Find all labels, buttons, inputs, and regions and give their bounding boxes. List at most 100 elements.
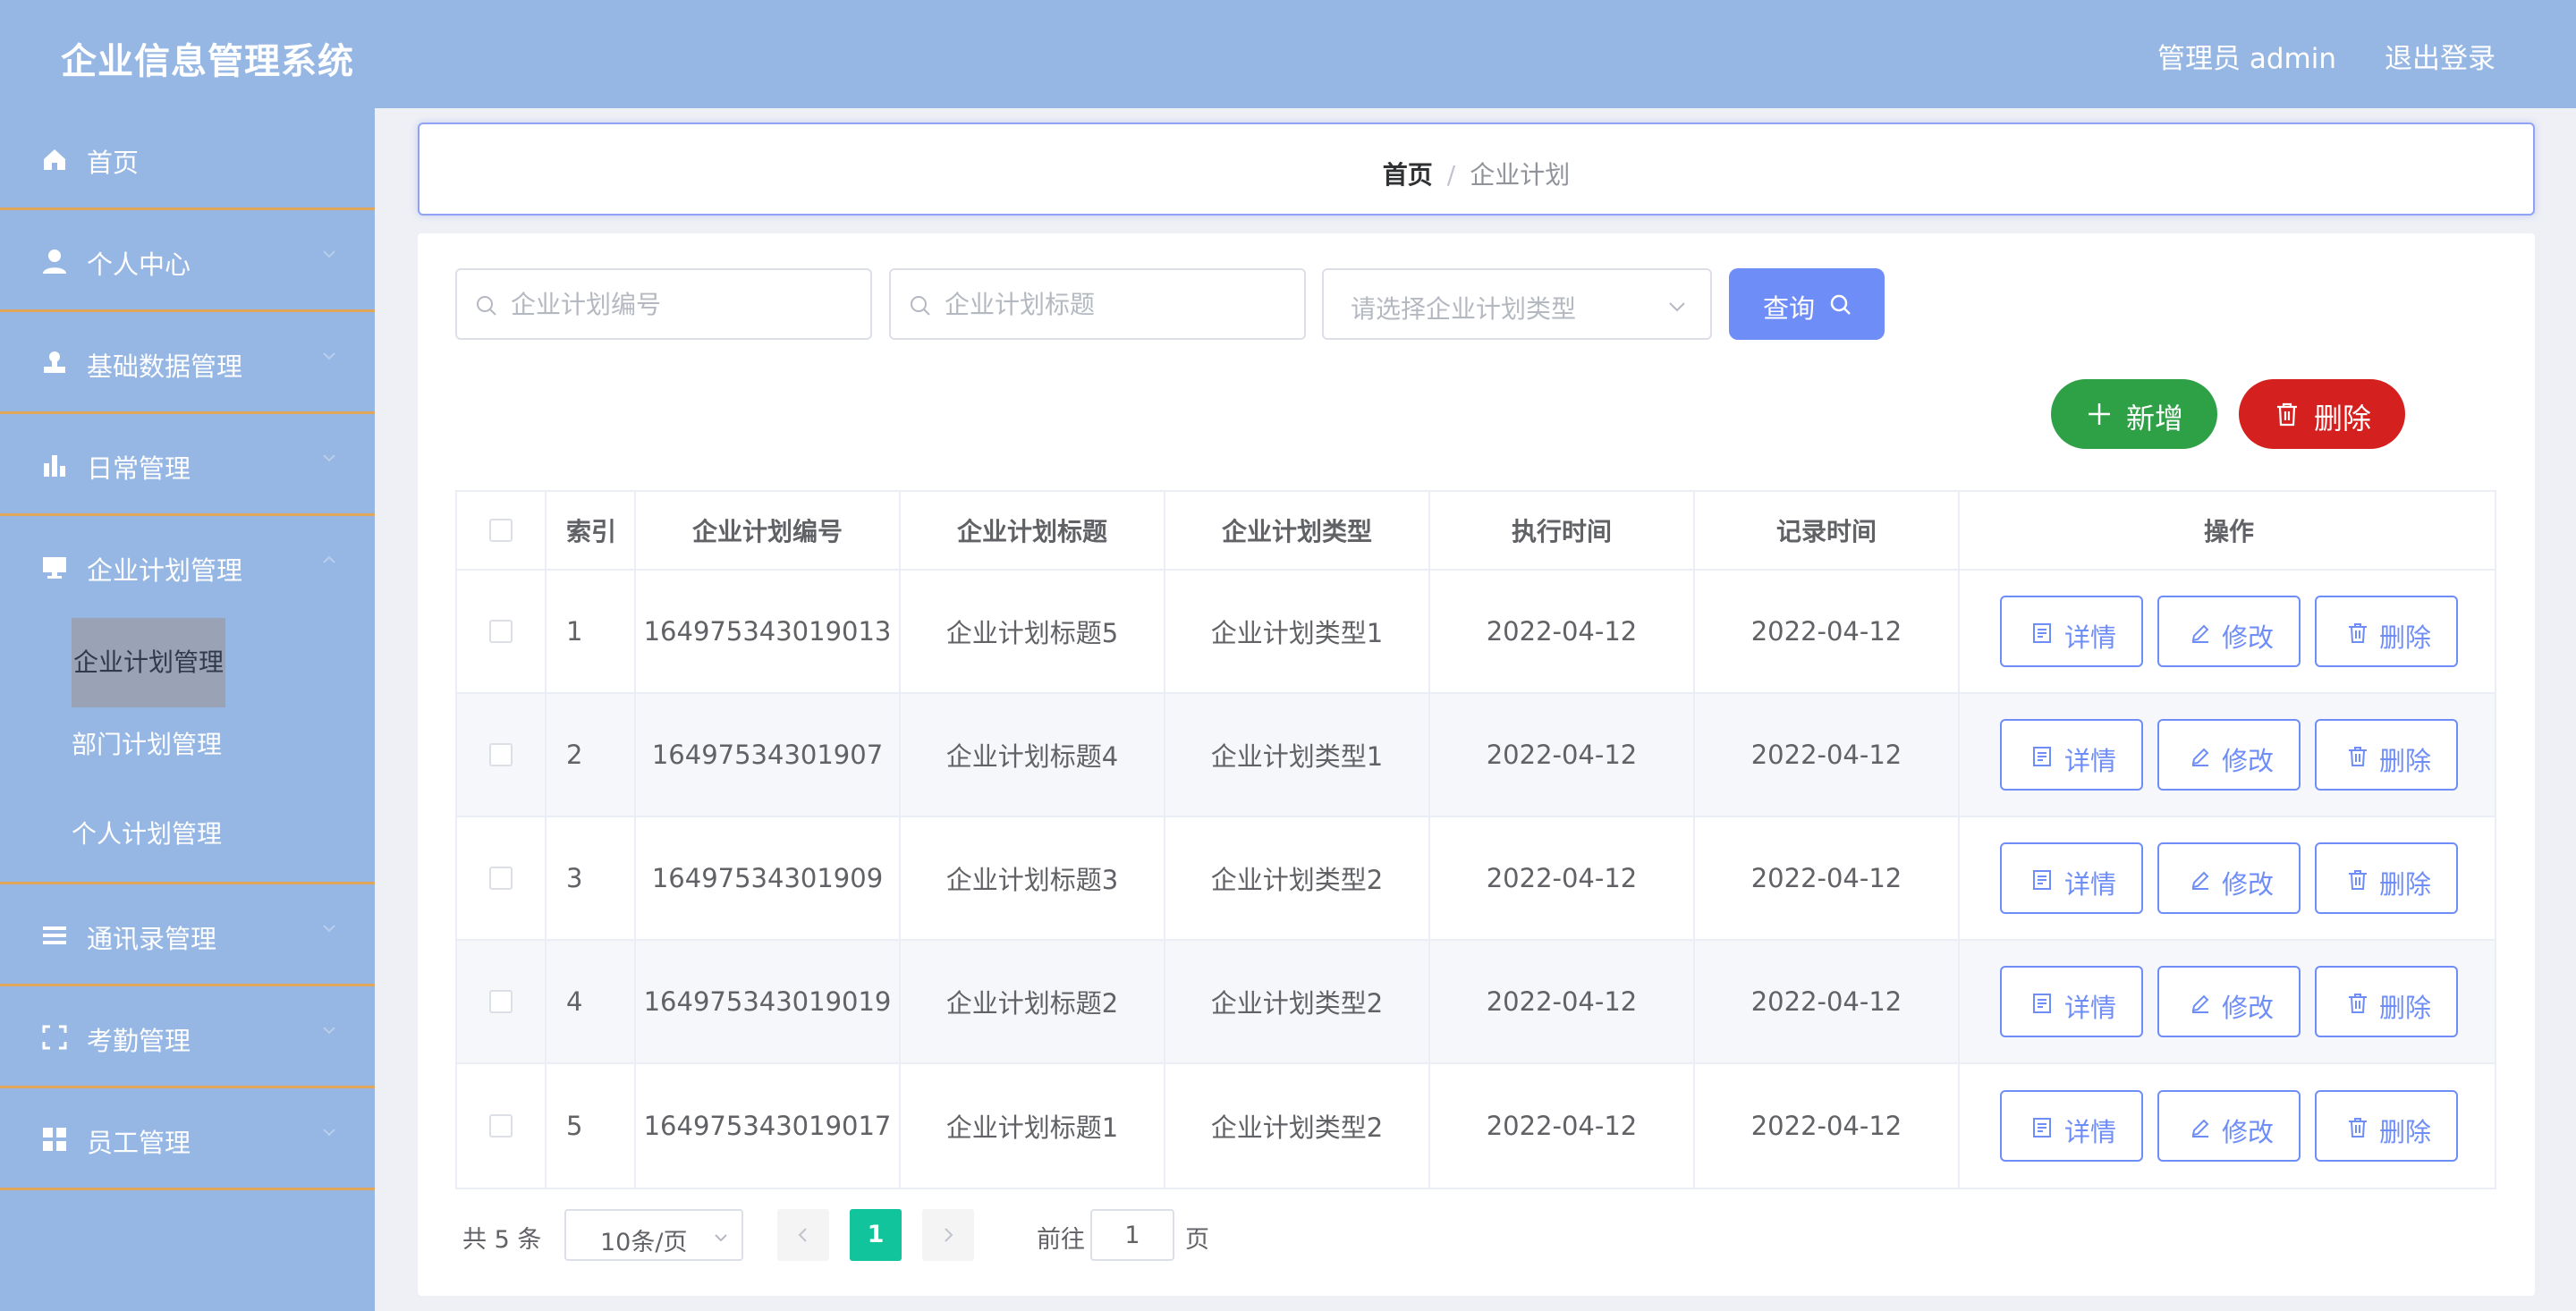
cell-code: 16497534301907 xyxy=(636,694,901,816)
edit-button[interactable]: 修改 xyxy=(2157,966,2301,1037)
row-checkbox[interactable] xyxy=(489,867,513,890)
detail-button[interactable]: 详情 xyxy=(2000,1090,2143,1162)
goto-page-input[interactable] xyxy=(1090,1209,1174,1261)
edit-button[interactable]: 修改 xyxy=(2157,1090,2301,1162)
delete-button[interactable]: 删除 xyxy=(2315,966,2458,1037)
edit-button[interactable]: 修改 xyxy=(2157,842,2301,914)
cell-title: 企业计划标题3 xyxy=(901,817,1165,939)
cell-index: 3 xyxy=(547,817,636,939)
breadcrumb-home[interactable]: 首页 xyxy=(1383,160,1433,190)
edit-button-label: 修改 xyxy=(2222,871,2275,900)
document-icon xyxy=(2033,747,2051,766)
page-number-button[interactable]: 1 xyxy=(850,1209,902,1261)
row-checkbox[interactable] xyxy=(489,990,513,1013)
next-page-button[interactable] xyxy=(922,1209,974,1261)
sidebar-item-label: 企业计划管理 xyxy=(87,555,243,586)
detail-button[interactable]: 详情 xyxy=(2000,842,2143,914)
query-button[interactable]: 查询 xyxy=(1729,268,1885,340)
batch-delete-button-label: 删除 xyxy=(2314,402,2372,435)
add-button[interactable]: 新增 xyxy=(2051,379,2217,449)
edit-button[interactable]: 修改 xyxy=(2157,719,2301,791)
row-select-cell xyxy=(457,1064,547,1188)
pencil-icon xyxy=(2191,1119,2209,1138)
cell-title: 企业计划标题4 xyxy=(901,694,1165,816)
trash-icon xyxy=(2349,747,2367,766)
cell-record-time: 2022-04-12 xyxy=(1695,571,1960,692)
sidebar-item-enterprise-plan[interactable]: 企业计划管理 xyxy=(0,516,375,618)
edit-button[interactable]: 修改 xyxy=(2157,596,2301,667)
current-user-label: 管理员 admin xyxy=(2157,43,2336,75)
document-icon xyxy=(2033,1118,2051,1138)
table-row: 2 16497534301907 企业计划标题4 企业计划类型1 2022-04… xyxy=(457,694,2495,817)
cell-exec-time: 2022-04-12 xyxy=(1430,817,1695,939)
sidebar-item-base-data[interactable]: 基础数据管理 xyxy=(0,312,375,414)
sidebar-item-employees[interactable]: 员工管理 xyxy=(0,1088,375,1190)
submenu-item-personal-plan[interactable]: 个人计划管理 xyxy=(72,815,222,850)
monitor-icon xyxy=(43,557,66,579)
row-select-cell xyxy=(457,571,547,692)
cell-record-time: 2022-04-12 xyxy=(1695,1064,1960,1188)
cell-exec-time: 2022-04-12 xyxy=(1430,694,1695,816)
trash-icon xyxy=(2277,402,2297,427)
edit-button-label: 修改 xyxy=(2222,994,2275,1023)
prev-page-button[interactable] xyxy=(777,1209,829,1261)
document-icon xyxy=(2033,994,2051,1013)
table-row: 1 164975343019013 企业计划标题5 企业计划类型1 2022-0… xyxy=(457,571,2495,694)
submenu-item-enterprise-plan[interactable]: 企业计划管理 xyxy=(72,618,226,707)
main-panel: 请选择企业计划类型 查询 新增 删除 索引 企业计划编号 企业计划标题 企业计划… xyxy=(418,233,2535,1296)
search-icon xyxy=(1830,294,1851,315)
cell-code: 16497534301909 xyxy=(636,817,901,939)
plan-table: 索引 企业计划编号 企业计划标题 企业计划类型 执行时间 记录时间 操作 1 1… xyxy=(455,490,2496,1189)
cell-type: 企业计划类型2 xyxy=(1165,941,1430,1062)
sidebar-item-contacts[interactable]: 通讯录管理 xyxy=(0,884,375,986)
row-checkbox[interactable] xyxy=(489,620,513,643)
chevron-down-icon xyxy=(323,454,335,462)
chevron-down-icon xyxy=(323,1027,335,1035)
delete-button[interactable]: 删除 xyxy=(2315,596,2458,667)
frame-icon xyxy=(42,1025,67,1050)
submenu-item-department-plan[interactable]: 部门计划管理 xyxy=(72,725,222,761)
cell-actions: 详情 修改 删除 xyxy=(1960,571,2498,692)
plan-type-select[interactable]: 请选择企业计划类型 xyxy=(1322,268,1712,340)
plan-title-search xyxy=(889,268,1306,340)
edit-button-label: 修改 xyxy=(2222,1119,2275,1147)
sidebar-item-attendance[interactable]: 考勤管理 xyxy=(0,986,375,1088)
pencil-icon xyxy=(2191,748,2209,766)
row-select-cell xyxy=(457,694,547,816)
detail-button[interactable]: 详情 xyxy=(2000,719,2143,791)
sidebar-item-profile[interactable]: 个人中心 xyxy=(0,210,375,312)
cell-type: 企业计划类型2 xyxy=(1165,1064,1430,1188)
chevron-left-icon xyxy=(798,1228,807,1242)
detail-button[interactable]: 详情 xyxy=(2000,596,2143,667)
column-header: 索引 xyxy=(547,492,636,569)
chevron-down-icon xyxy=(715,1234,727,1242)
plus-icon xyxy=(2089,403,2110,425)
enterprise-plan-submenu: 企业计划管理 部门计划管理 个人计划管理 xyxy=(0,618,375,884)
delete-button[interactable]: 删除 xyxy=(2315,719,2458,791)
pencil-icon xyxy=(2191,624,2209,643)
delete-button[interactable]: 删除 xyxy=(2315,1090,2458,1162)
row-checkbox[interactable] xyxy=(489,743,513,766)
sidebar-item-label: 基础数据管理 xyxy=(87,351,243,382)
sidebar-item-home[interactable]: 首页 xyxy=(0,108,375,210)
detail-button-label: 详情 xyxy=(2064,624,2117,653)
detail-button[interactable]: 详情 xyxy=(2000,966,2143,1037)
plan-title-input[interactable] xyxy=(945,272,1286,336)
plan-code-input[interactable] xyxy=(511,272,852,336)
logout-link[interactable]: 退出登录 xyxy=(2385,36,2496,76)
search-icon xyxy=(477,296,496,316)
plan-type-placeholder: 请选择企业计划类型 xyxy=(1351,294,1577,324)
row-checkbox[interactable] xyxy=(489,1114,513,1138)
pencil-icon xyxy=(2191,871,2209,890)
sidebar: 首页 个人中心 基础数据管理 日常管理 企业计划管理 企业计划管理 部门计划管理… xyxy=(0,108,375,1311)
page-size-select[interactable]: 10条/页 xyxy=(564,1209,743,1261)
sidebar-item-label: 首页 xyxy=(87,148,140,178)
select-all-checkbox[interactable] xyxy=(489,519,513,542)
sidebar-item-label: 员工管理 xyxy=(87,1128,191,1158)
cell-code: 164975343019019 xyxy=(636,941,901,1062)
trash-icon xyxy=(2349,623,2367,643)
delete-button[interactable]: 删除 xyxy=(2315,842,2458,914)
batch-delete-button[interactable]: 删除 xyxy=(2239,379,2405,449)
sidebar-item-daily[interactable]: 日常管理 xyxy=(0,414,375,516)
table-row: 5 164975343019017 企业计划标题1 企业计划类型2 2022-0… xyxy=(457,1064,2495,1188)
